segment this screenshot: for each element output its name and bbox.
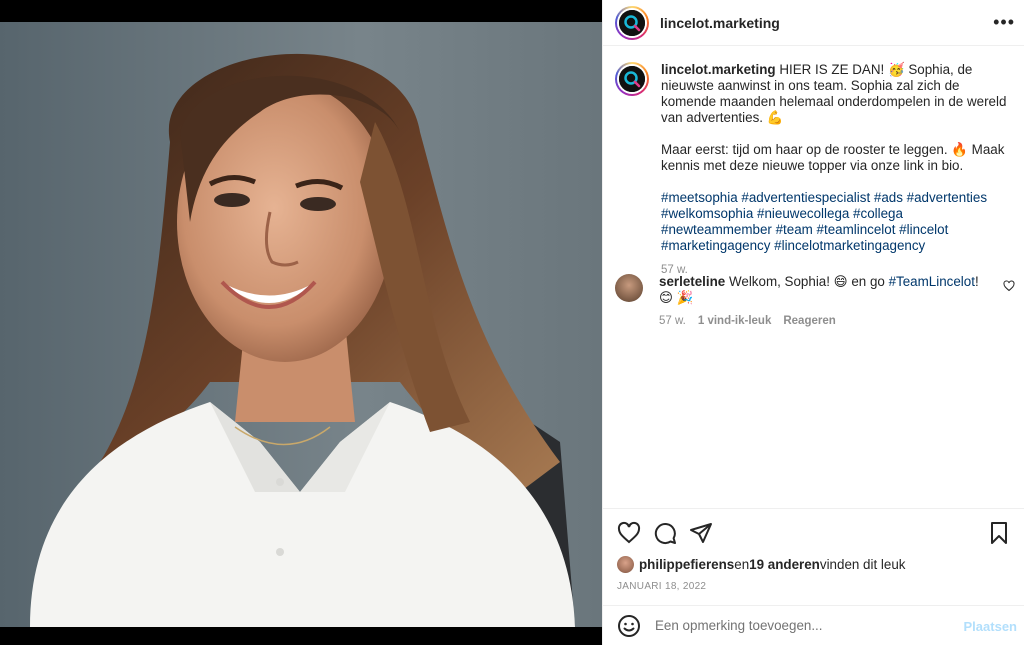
comment-icon[interactable]	[653, 521, 677, 545]
likes-count[interactable]: 19 anderen	[749, 557, 820, 572]
comment: serleteline Welkom, Sophia! 😄 en go #Tea…	[615, 274, 1015, 329]
account-avatar[interactable]	[615, 5, 649, 40]
post-comment-button[interactable]: Plaatsen	[964, 619, 1017, 634]
comment-body: serleteline Welkom, Sophia! 😄 en go #Tea…	[659, 274, 989, 329]
caption-username[interactable]: lincelot.marketing	[661, 62, 776, 77]
comment-age: 57 w.	[659, 315, 686, 327]
action-bar: philippefierens en 19 anderen vinden dit…	[603, 508, 1024, 605]
comment-reply-button[interactable]: Reageren	[783, 313, 835, 329]
comment-meta: 57 w. 1 vind-ik-leuk Reageren	[659, 313, 989, 329]
liker-username[interactable]: philippefierens	[639, 557, 734, 572]
post-panel: lincelot.marketing ••• lincelot.marketin…	[602, 0, 1024, 645]
add-comment-bar: Plaatsen	[603, 605, 1024, 645]
caption-body: lincelot.marketing HIER IS ZE DAN! 🥳 Sop…	[661, 62, 1011, 278]
comment-text: Welkom, Sophia! 😄 en go	[728, 274, 889, 289]
header-username[interactable]: lincelot.marketing	[660, 15, 780, 31]
share-icon[interactable]	[689, 521, 713, 545]
lincelot-logo-icon	[619, 9, 645, 36]
likes-summary[interactable]: philippefierens en 19 anderen vinden dit…	[617, 556, 905, 573]
caption-text-2: Maar eerst: tijd om haar op de rooster t…	[661, 142, 1005, 173]
portrait-illustration	[0, 22, 602, 627]
caption: lincelot.marketing HIER IS ZE DAN! 🥳 Sop…	[615, 62, 1013, 278]
post-photo[interactable]	[0, 22, 602, 627]
emoji-icon[interactable]	[617, 614, 641, 638]
likes-text-mid: en	[734, 557, 750, 572]
liker-avatar	[617, 556, 634, 573]
post-header: lincelot.marketing •••	[603, 0, 1024, 46]
lincelot-logo-icon	[619, 66, 645, 92]
caption-avatar[interactable]	[615, 62, 649, 96]
post-date: JANUARI 18, 2022	[617, 581, 707, 592]
comment-input[interactable]	[655, 618, 955, 633]
photo-panel	[0, 0, 602, 645]
comment-heart-icon[interactable]	[1003, 280, 1015, 292]
comment-hashtag[interactable]: #TeamLincelot	[889, 274, 975, 289]
heart-icon[interactable]	[617, 521, 641, 545]
comment-username[interactable]: serleteline	[659, 274, 725, 289]
likes-text-tail: vinden dit leuk	[819, 557, 906, 572]
comment-avatar[interactable]	[615, 274, 643, 302]
comment-likes[interactable]: 1 vind-ik-leuk	[698, 313, 772, 329]
bookmark-icon[interactable]	[987, 521, 1011, 545]
more-options-icon[interactable]: •••	[993, 12, 1015, 32]
caption-hashtags[interactable]: #meetsophia #advertentiespecialist #ads …	[661, 190, 1011, 254]
